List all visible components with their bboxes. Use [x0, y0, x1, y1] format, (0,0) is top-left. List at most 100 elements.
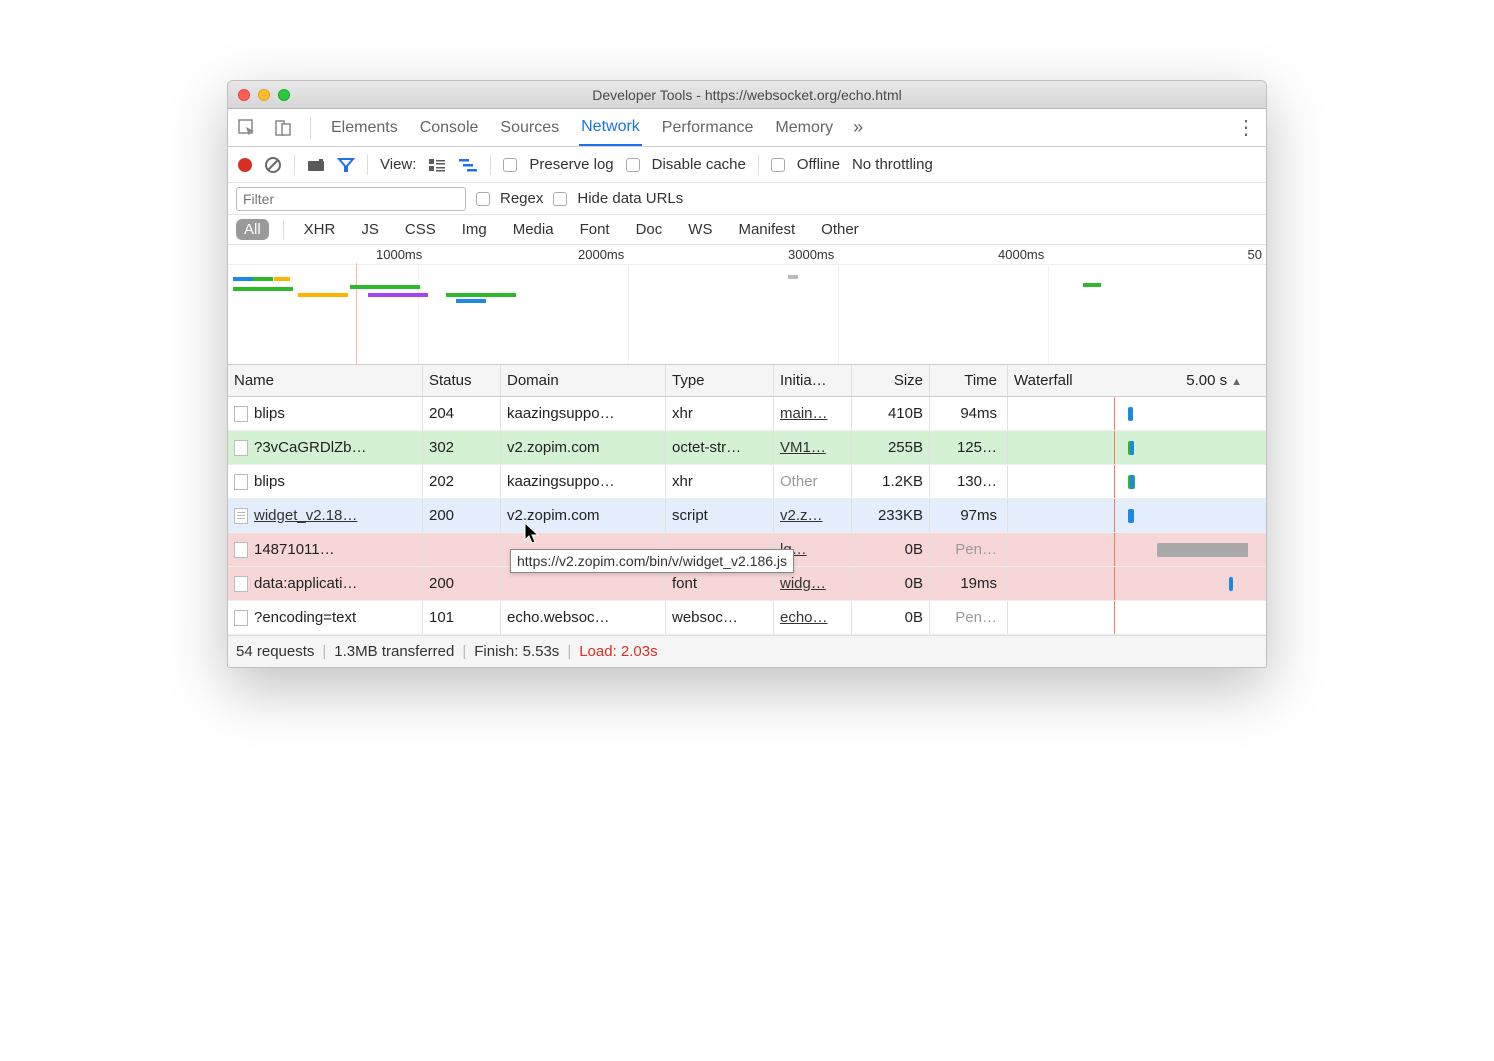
offline-checkbox[interactable]: [771, 158, 785, 172]
hide-data-urls-label[interactable]: Hide data URLs: [577, 190, 683, 207]
file-icon: [234, 576, 248, 592]
type-filter-media[interactable]: Media: [507, 219, 560, 240]
network-toolbar: View: Preserve log Disable cache Offline…: [228, 147, 1266, 183]
regex-checkbox[interactable]: [476, 192, 490, 206]
request-name: data:applicati…: [254, 575, 357, 592]
type-filter-doc[interactable]: Doc: [630, 219, 669, 240]
sort-arrow-icon: ▲: [1231, 376, 1242, 388]
filter-input[interactable]: [236, 187, 466, 211]
hide-data-urls-checkbox[interactable]: [553, 192, 567, 206]
record-button[interactable]: [238, 158, 252, 172]
timeline-overview[interactable]: 1000ms 2000ms 3000ms 4000ms 50: [228, 245, 1266, 365]
offline-label[interactable]: Offline: [797, 156, 840, 173]
file-icon: [234, 406, 248, 422]
status-requests: 54 requests: [236, 643, 314, 660]
filter-icon[interactable]: [337, 156, 355, 174]
waterfall-cell: [1008, 397, 1248, 430]
tick-label: 1000ms: [376, 247, 422, 262]
devtools-window: Developer Tools - https://websocket.org/…: [227, 80, 1267, 668]
tab-performance[interactable]: Performance: [660, 110, 756, 145]
request-name: ?3vCaGRDlZb…: [254, 439, 367, 456]
clear-button[interactable]: [264, 156, 282, 174]
waterfall-cell: [1008, 431, 1248, 464]
tabs-overflow-button[interactable]: »: [853, 117, 863, 138]
status-finish: Finish: 5.53s: [474, 643, 559, 660]
disable-cache-checkbox[interactable]: [626, 158, 640, 172]
type-filter-all[interactable]: All: [236, 219, 269, 240]
waterfall-cell: [1008, 533, 1248, 566]
tick-label: 3000ms: [788, 247, 834, 262]
titlebar: Developer Tools - https://websocket.org/…: [228, 81, 1266, 109]
minimize-window-button[interactable]: [258, 89, 270, 101]
capture-screenshots-icon[interactable]: [307, 158, 325, 172]
regex-label[interactable]: Regex: [500, 190, 543, 207]
type-filter-row: All XHR JS CSS Img Media Font Doc WS Manifest Othe…: [228, 215, 1266, 245]
mouse-cursor-icon: [524, 522, 542, 546]
status-bar: 54 requests | 1.3MB transferred | Finish…: [228, 635, 1266, 667]
type-filter-js[interactable]: JS: [355, 219, 385, 240]
table-row[interactable]: blips202kaazingsuppo…xhrOther1.2KB130…: [228, 465, 1266, 499]
tab-elements[interactable]: Elements: [329, 110, 400, 145]
table-row[interactable]: widget_v2.18…200v2.zopim.comscriptv2.z…2…: [228, 499, 1266, 533]
view-large-icon[interactable]: [428, 158, 446, 172]
traffic-lights: [238, 89, 290, 101]
disable-cache-label[interactable]: Disable cache: [652, 156, 746, 173]
column-time[interactable]: Time: [930, 365, 1008, 396]
waterfall-cell: [1008, 567, 1248, 600]
filter-row: Regex Hide data URLs: [228, 183, 1266, 215]
preserve-log-checkbox[interactable]: [503, 158, 517, 172]
table-row[interactable]: ?encoding=text101echo.websoc…websoc…echo…: [228, 601, 1266, 635]
devtools-tabs: Elements Console Sources Network Perform…: [228, 109, 1266, 147]
request-name: ?encoding=text: [254, 609, 356, 626]
tab-console[interactable]: Console: [418, 110, 481, 145]
column-size[interactable]: Size: [852, 365, 930, 396]
close-window-button[interactable]: [238, 89, 250, 101]
request-name: 14871011…: [254, 541, 335, 558]
type-filter-xhr[interactable]: XHR: [298, 219, 342, 240]
type-filter-manifest[interactable]: Manifest: [732, 219, 801, 240]
request-name-link[interactable]: widget_v2.18…: [254, 507, 357, 524]
divider: [490, 155, 491, 175]
file-icon: [234, 542, 248, 558]
tab-memory[interactable]: Memory: [773, 110, 835, 145]
file-icon: [234, 474, 248, 490]
view-waterfall-icon[interactable]: [458, 158, 478, 172]
inspect-element-icon[interactable]: [238, 119, 256, 137]
tick-label: 2000ms: [578, 247, 624, 262]
divider: [310, 117, 311, 139]
column-status[interactable]: Status: [423, 365, 501, 396]
tick-label: 4000ms: [998, 247, 1044, 262]
waterfall-cell: [1008, 499, 1248, 532]
type-filter-other[interactable]: Other: [815, 219, 865, 240]
maximize-window-button[interactable]: [278, 89, 290, 101]
file-icon: [234, 440, 248, 456]
device-toolbar-icon[interactable]: [274, 119, 292, 137]
table-header: Name Status Domain Type Initia… Size Tim…: [228, 365, 1266, 397]
type-filter-img[interactable]: Img: [456, 219, 493, 240]
request-name: blips: [254, 405, 285, 422]
tab-sources[interactable]: Sources: [498, 110, 561, 145]
type-filter-font[interactable]: Font: [574, 219, 616, 240]
type-filter-ws[interactable]: WS: [682, 219, 718, 240]
tick-label: 50: [1248, 247, 1262, 262]
waterfall-cell: [1008, 601, 1248, 634]
view-label: View:: [380, 156, 416, 173]
column-waterfall[interactable]: Waterfall 5.00 s▲: [1008, 365, 1248, 396]
table-row[interactable]: blips204kaazingsuppo…xhrmain…410B94ms: [228, 397, 1266, 431]
throttling-select[interactable]: No throttling: [852, 156, 933, 173]
status-load: Load: 2.03s: [579, 643, 657, 660]
column-domain[interactable]: Domain: [501, 365, 666, 396]
overview-ticks: 1000ms 2000ms 3000ms 4000ms 50: [228, 245, 1266, 265]
table-body: blips204kaazingsuppo…xhrmain…410B94ms?3v…: [228, 397, 1266, 635]
column-name[interactable]: Name: [228, 365, 423, 396]
preserve-log-label[interactable]: Preserve log: [529, 156, 613, 173]
settings-kebab-icon[interactable]: ⋮: [1236, 115, 1256, 140]
waterfall-cell: [1008, 465, 1248, 498]
column-type[interactable]: Type: [666, 365, 774, 396]
file-icon: [234, 508, 248, 524]
table-row[interactable]: ?3vCaGRDlZb…302v2.zopim.comoctet-str…VM1…: [228, 431, 1266, 465]
column-initiator[interactable]: Initia…: [774, 365, 852, 396]
tab-network[interactable]: Network: [579, 109, 642, 146]
type-filter-css[interactable]: CSS: [399, 219, 442, 240]
file-icon: [234, 610, 248, 626]
